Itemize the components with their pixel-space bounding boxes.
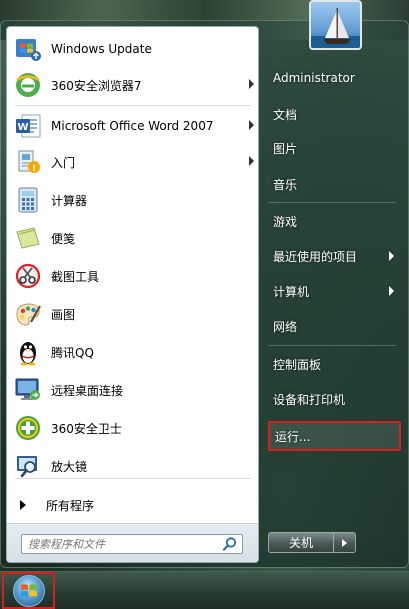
divider: [15, 105, 251, 106]
places-item-label: 最近使用的项目: [273, 249, 358, 264]
program-item[interactable]: 计算器: [10, 182, 256, 218]
qq-penguin-icon: [13, 337, 43, 367]
program-label: 截图工具: [51, 269, 100, 284]
search-area: [7, 523, 258, 562]
expand-arrow-icon: [20, 500, 26, 510]
submenu-arrow-icon[interactable]: [249, 79, 254, 89]
magnifier-icon: [13, 451, 43, 481]
program-item[interactable]: 远程桌面连接: [10, 372, 256, 408]
places-item-music[interactable]: 音乐: [268, 170, 400, 198]
search-icon[interactable]: [222, 536, 238, 552]
divider: [268, 345, 396, 346]
program-label: 远程桌面连接: [51, 383, 124, 398]
program-item[interactable]: ! 入门: [10, 144, 256, 180]
places-item-control-panel[interactable]: 控制面板: [268, 350, 400, 378]
windows-update-icon: [13, 34, 43, 64]
svg-text:!: !: [32, 164, 36, 174]
program-item[interactable]: 360安全浏览器7: [10, 67, 256, 103]
program-item[interactable]: W Microsoft Office Word 2007: [10, 108, 256, 144]
places-item-label: 图片: [273, 141, 298, 156]
places-item-computer[interactable]: 计算机: [268, 277, 400, 305]
windows-logo-icon: [12, 574, 45, 607]
places-item-recent-items[interactable]: 最近使用的项目: [268, 242, 400, 270]
shutdown-controls: 关机: [268, 532, 356, 553]
places-item-label: 音乐: [273, 177, 298, 192]
places-item-label: 网络: [273, 319, 298, 334]
360-browser-icon: [13, 70, 43, 100]
program-item[interactable]: 画图: [10, 296, 256, 332]
program-item[interactable]: Windows Update: [10, 31, 256, 67]
sticky-notes-icon: [13, 223, 43, 253]
places-item-administrator[interactable]: Administrator: [268, 64, 400, 92]
taskbar: [0, 571, 409, 609]
submenu-arrow-icon[interactable]: [249, 120, 254, 130]
start-button[interactable]: [2, 572, 55, 609]
search-input[interactable]: [22, 535, 222, 553]
submenu-arrow-icon[interactable]: [389, 251, 394, 261]
snipping-tool-icon: [13, 261, 43, 291]
program-label: 放大镜: [51, 459, 88, 474]
places-item-devices-and-printers[interactable]: 设备和打印机: [268, 385, 400, 413]
calculator-icon: [13, 185, 43, 215]
user-account-picture[interactable]: [309, 0, 362, 50]
program-label: 便笺: [51, 231, 76, 246]
program-item[interactable]: 便笺: [10, 220, 256, 256]
all-programs-label: 所有程序: [46, 498, 95, 513]
places-item-label: 计算机: [273, 284, 310, 299]
submenu-arrow-icon[interactable]: [249, 156, 254, 166]
places-item-label: 文档: [273, 107, 298, 122]
places-item-label: Administrator: [273, 71, 355, 85]
places-item-label: 设备和打印机: [273, 392, 346, 407]
360-safe-guard-icon: [13, 413, 43, 443]
divider: [268, 202, 396, 203]
program-label: 360安全卫士: [51, 421, 122, 436]
program-label: Microsoft Office Word 2007: [51, 119, 214, 133]
shutdown-button[interactable]: 关机: [268, 532, 334, 553]
submenu-arrow-icon[interactable]: [389, 286, 394, 296]
programs-pane: Windows Update 360安全浏览器7 W Microsoft Office…: [6, 26, 259, 563]
places-item-label: 游戏: [273, 214, 298, 229]
places-item-network[interactable]: 网络: [268, 312, 400, 340]
places-item-documents[interactable]: 文档: [268, 100, 400, 128]
program-label: 入门: [51, 155, 76, 170]
shutdown-options-button[interactable]: [334, 532, 356, 553]
program-label: 画图: [51, 307, 76, 322]
paint-icon: [13, 299, 43, 329]
remote-desktop-icon: [13, 375, 43, 405]
program-label: 计算器: [51, 193, 88, 208]
program-label: 360安全浏览器7: [51, 78, 142, 93]
places-item-games[interactable]: 游戏: [268, 207, 400, 235]
arrow-right-icon: [342, 538, 347, 547]
program-label: Windows Update: [51, 42, 152, 56]
program-item[interactable]: 截图工具: [10, 258, 256, 294]
svg-text:W: W: [17, 122, 28, 133]
word-icon: W: [13, 111, 43, 141]
places-item-run[interactable]: 运行...: [268, 421, 401, 451]
places-item-label: 运行...: [275, 429, 311, 444]
program-label: 腾讯QQ: [51, 345, 94, 360]
places-item-pictures[interactable]: 图片: [268, 134, 400, 162]
all-programs-button[interactable]: 所有程序: [10, 493, 256, 517]
search-box[interactable]: [21, 534, 243, 554]
program-item[interactable]: 腾讯QQ: [10, 334, 256, 370]
program-item[interactable]: 360安全卫士: [10, 410, 256, 446]
places-item-label: 控制面板: [273, 357, 322, 372]
getting-started-icon: !: [13, 147, 43, 177]
divider: [15, 478, 251, 479]
